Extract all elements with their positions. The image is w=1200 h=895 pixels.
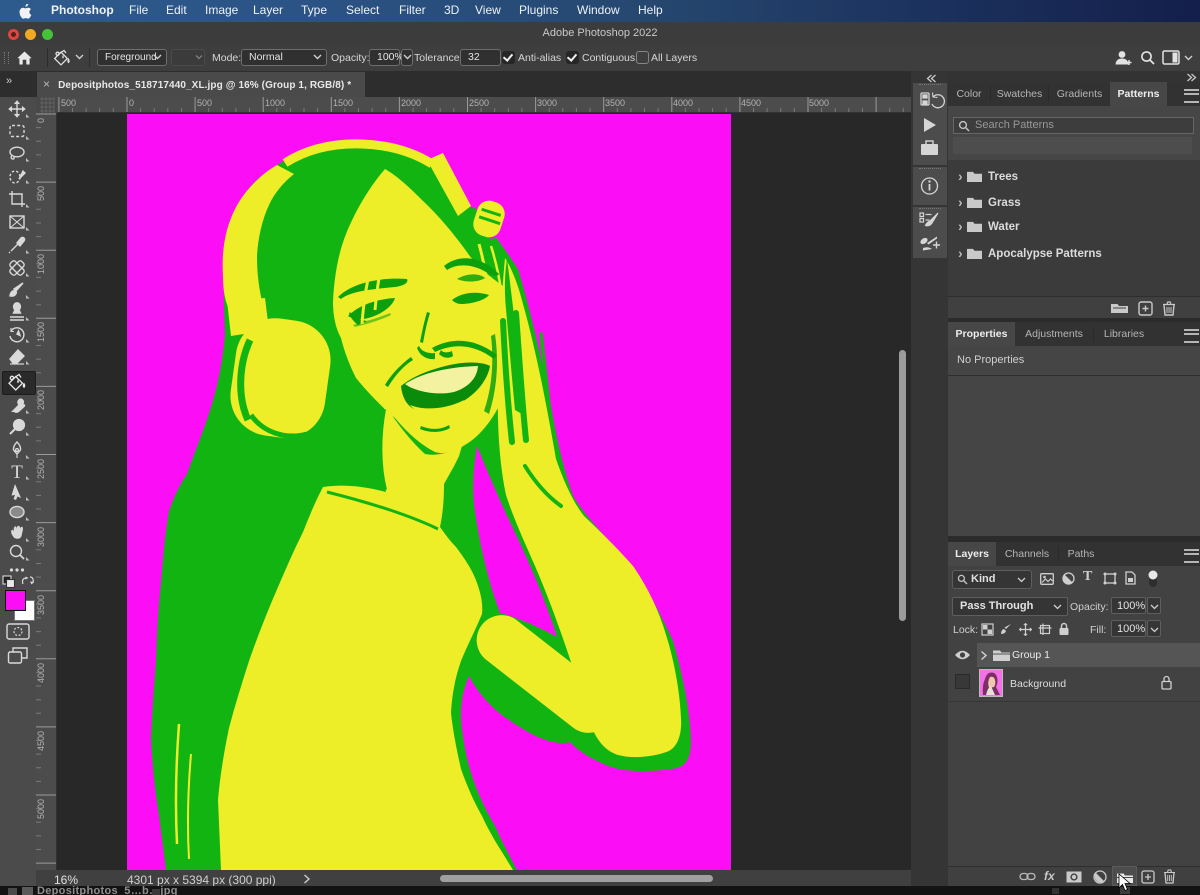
- svg-text:3000: 3000: [36, 527, 46, 547]
- svg-text:1000: 1000: [36, 254, 46, 274]
- svg-text:1500: 1500: [36, 322, 46, 342]
- svg-text:2000: 2000: [36, 390, 46, 410]
- svg-text:500: 500: [197, 98, 212, 108]
- svg-text:500: 500: [36, 186, 46, 201]
- svg-text:3000: 3000: [537, 98, 557, 108]
- svg-text:1000: 1000: [265, 98, 285, 108]
- svg-text:4500: 4500: [36, 731, 46, 751]
- svg-text:2500: 2500: [469, 98, 489, 108]
- svg-text:1500: 1500: [333, 98, 353, 108]
- svg-text:5000: 5000: [809, 98, 829, 108]
- svg-text:2500: 2500: [36, 459, 46, 479]
- svg-text:4000: 4000: [36, 663, 46, 683]
- svg-text:0: 0: [129, 98, 134, 108]
- svg-text:0: 0: [36, 118, 46, 123]
- svg-text:T: T: [11, 462, 23, 483]
- svg-text:3500: 3500: [36, 595, 46, 615]
- svg-text:4500: 4500: [741, 98, 761, 108]
- svg-text:5000: 5000: [36, 799, 46, 819]
- svg-text:4000: 4000: [673, 98, 693, 108]
- svg-text:500: 500: [61, 98, 76, 108]
- svg-text:2000: 2000: [401, 98, 421, 108]
- svg-text:3500: 3500: [605, 98, 625, 108]
